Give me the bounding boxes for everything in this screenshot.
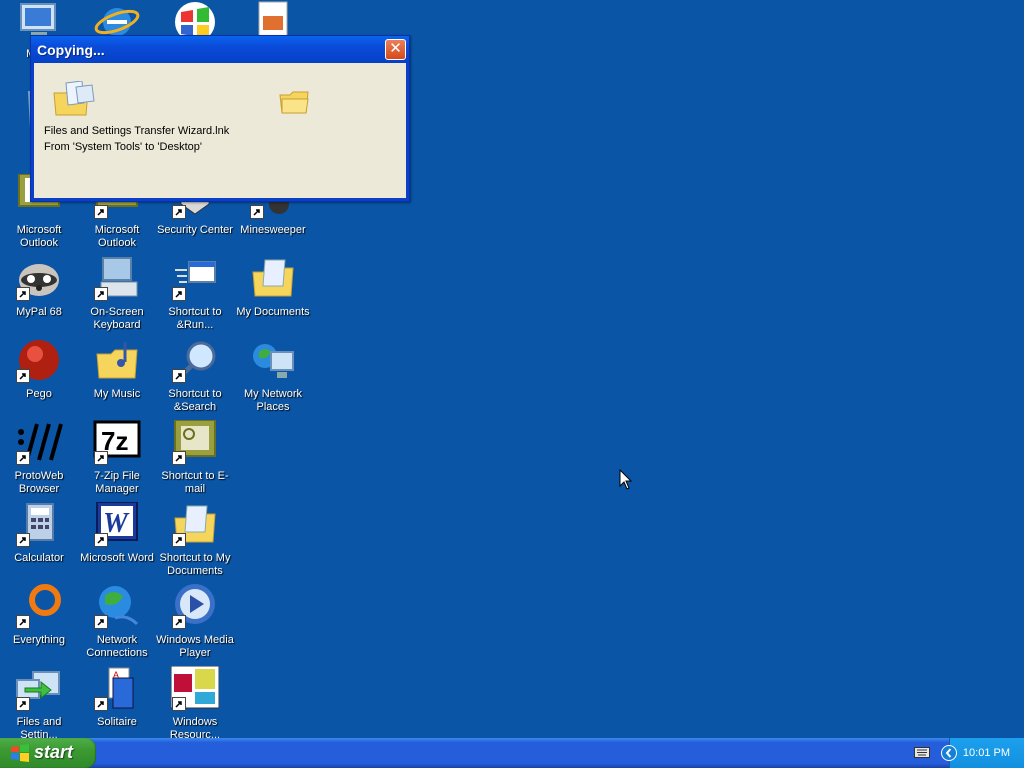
- desktop-icon-email[interactable]: Shortcut to E-mail: [156, 418, 234, 500]
- desktop-icon-my-documents-shortcut[interactable]: Shortcut to My Documents: [156, 500, 234, 582]
- dialog-title: Copying...: [37, 42, 105, 58]
- desktop-icon-network-connections[interactable]: Network Connections: [78, 582, 156, 664]
- copy-path-text: From 'System Tools' to 'Desktop': [44, 141, 202, 153]
- windows-flag-icon: [11, 744, 29, 762]
- desktop-icon-on-screen-keyboard[interactable]: On-Screen Keyboard: [78, 254, 156, 336]
- desktop-icon-mypal[interactable]: MyPal 68: [0, 254, 78, 336]
- my-documents-icon: [249, 256, 297, 304]
- shortcut-arrow-icon: [16, 451, 30, 465]
- mouse-cursor-icon: [619, 469, 633, 490]
- start-label: start: [34, 742, 74, 762]
- shortcut-arrow-icon: [94, 533, 108, 547]
- my-music-icon: [93, 338, 141, 386]
- desktop-icon-protoweb[interactable]: ProtoWeb Browser: [0, 418, 78, 500]
- file-name-text: Files and Settings Transfer Wizard.lnk: [44, 125, 230, 137]
- desktop-icon-pego[interactable]: Pego: [0, 336, 78, 418]
- shortcut-arrow-icon: [94, 451, 108, 465]
- dialog-body: Files and Settings Transfer Wizard.lnk F…: [34, 63, 406, 198]
- desktop-icon-everything[interactable]: Everything: [0, 582, 78, 664]
- clock[interactable]: 10:01 PM: [963, 747, 1010, 759]
- shortcut-arrow-icon: [16, 533, 30, 547]
- copy-dialog: Copying... ✕ Files and Settings Transfer…: [30, 35, 410, 202]
- destination-folder-icon: [279, 91, 309, 114]
- shortcut-arrow-icon: [94, 697, 108, 711]
- shortcut-arrow-icon: [16, 369, 30, 383]
- desktop-icon-files-and-settings[interactable]: Files and Settin...: [0, 664, 78, 746]
- shortcut-arrow-icon: [172, 451, 186, 465]
- shortcut-arrow-icon: [172, 205, 186, 219]
- shortcut-arrow-icon: [172, 697, 186, 711]
- desktop-icon-7zip[interactable]: 7z 7-Zip File Manager: [78, 418, 156, 500]
- desktop-icon-my-music[interactable]: My Music: [78, 336, 156, 418]
- shortcut-arrow-icon: [16, 697, 30, 711]
- desktop-icon-my-network-places[interactable]: My Network Places: [234, 336, 312, 418]
- close-button[interactable]: ✕: [385, 39, 406, 60]
- keyboard-tray-icon[interactable]: [914, 746, 930, 759]
- show-hidden-icons-chevron-icon[interactable]: [941, 745, 957, 761]
- desktop-icon-word[interactable]: W Microsoft Word: [78, 500, 156, 582]
- start-button[interactable]: start: [0, 738, 96, 768]
- shortcut-arrow-icon: [172, 615, 186, 629]
- desktop-icon-calculator[interactable]: Calculator: [0, 500, 78, 582]
- shortcut-arrow-icon: [172, 287, 186, 301]
- flying-documents-icon: [53, 81, 95, 116]
- desktop-icon-solitaire[interactable]: A Solitaire: [78, 664, 156, 746]
- desktop-icon-windows-media-player[interactable]: Windows Media Player: [156, 582, 234, 664]
- shortcut-arrow-icon: [16, 615, 30, 629]
- shortcut-arrow-icon: [250, 205, 264, 219]
- shortcut-arrow-icon: [172, 369, 186, 383]
- shortcut-arrow-icon: [94, 205, 108, 219]
- taskbar: start 10:01 PM: [0, 738, 1024, 768]
- system-tray: 10:01 PM: [941, 738, 1024, 768]
- shortcut-arrow-icon: [94, 287, 108, 301]
- desktop-icon-run[interactable]: Shortcut to &Run...: [156, 254, 234, 336]
- shortcut-arrow-icon: [16, 287, 30, 301]
- close-icon: ✕: [389, 40, 402, 57]
- desktop-icon-search[interactable]: Shortcut to &Search: [156, 336, 234, 418]
- dialog-titlebar[interactable]: Copying... ✕: [31, 36, 409, 63]
- network-places-icon: [249, 338, 297, 386]
- desktop-icon-my-documents[interactable]: My Documents: [234, 254, 312, 336]
- shortcut-arrow-icon: [172, 533, 186, 547]
- desktop-icon-windows-resource[interactable]: Windows Resourc...: [156, 664, 234, 746]
- shortcut-arrow-icon: [94, 615, 108, 629]
- svg-text:A: A: [113, 670, 119, 680]
